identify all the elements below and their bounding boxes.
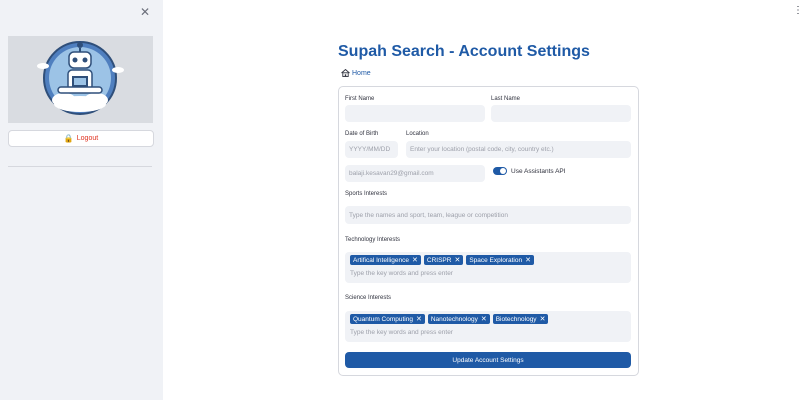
home-link-label: Home (352, 69, 371, 77)
first-name-input[interactable] (345, 105, 485, 122)
remove-tag-icon[interactable]: ✕ (481, 315, 487, 323)
remove-tag-icon[interactable]: ✕ (412, 256, 418, 264)
home-icon (341, 69, 350, 77)
page-title: Supah Search - Account Settings (338, 43, 590, 60)
location-label: Location (406, 131, 429, 137)
home-link[interactable]: Home (341, 69, 371, 77)
science-interests-placeholder: Type the key words and press enter (350, 329, 453, 336)
science-tag: Biotechnology ✕ (492, 314, 549, 324)
lock-icon: 🔒 (63, 134, 74, 143)
science-interests-multiselect[interactable]: Quantum Computing ✕ Nanotechnology ✕ Biote… (345, 311, 631, 342)
last-name-input[interactable] (491, 105, 631, 122)
dob-label: Date of Birth (345, 131, 379, 137)
account-settings-form: First Name Last Name Date of Birth YYYY/… (338, 86, 639, 376)
technology-interests-multiselect[interactable]: Artifical Intelligence ✕ CRISPR ✕ Space Ex… (345, 252, 631, 283)
main-menu-icon[interactable]: ⋮ (793, 6, 803, 16)
sidebar-divider (8, 166, 152, 167)
logout-label: Logout (76, 135, 99, 142)
update-account-settings-button[interactable]: Update Account Settings (345, 352, 631, 368)
sidebar: ✕ 🔒 Logout (0, 0, 163, 400)
technology-interests-label: Technology Interests (345, 237, 401, 243)
science-tag: Quantum Computing ✕ (350, 314, 425, 324)
tech-tag: CRISPR ✕ (423, 255, 464, 265)
assistants-api-toggle[interactable]: Use Assistants API (493, 167, 566, 175)
remove-tag-icon[interactable]: ✕ (416, 315, 422, 323)
remove-tag-icon[interactable]: ✕ (525, 256, 531, 264)
last-name-label: Last Name (491, 96, 521, 102)
dob-input[interactable]: YYYY/MM/DD (345, 141, 398, 158)
sports-interests-label: Sports Interests (345, 191, 388, 197)
close-sidebar-icon[interactable]: ✕ (139, 6, 151, 18)
email-field[interactable]: balaji.kesavan29@gmail.com (345, 165, 485, 182)
logout-button[interactable]: 🔒 Logout (8, 130, 154, 147)
technology-interests-placeholder: Type the key words and press enter (350, 270, 453, 277)
science-tag: Nanotechnology ✕ (427, 314, 490, 324)
remove-tag-icon[interactable]: ✕ (454, 256, 460, 264)
science-interests-label: Science Interests (345, 295, 392, 301)
sports-interests-input[interactable]: Type the names and sport, team, league o… (345, 206, 631, 224)
tech-tag: Artifical Intelligence ✕ (350, 255, 421, 265)
toggle-switch[interactable] (493, 167, 507, 175)
first-name-label: First Name (345, 96, 375, 102)
assistants-api-label: Use Assistants API (511, 167, 566, 175)
robot-logo-image (8, 36, 153, 123)
remove-tag-icon[interactable]: ✕ (540, 315, 546, 323)
tech-tag: Space Exploration ✕ (466, 255, 534, 265)
location-input[interactable]: Enter your location (postal code, city, … (406, 141, 631, 158)
